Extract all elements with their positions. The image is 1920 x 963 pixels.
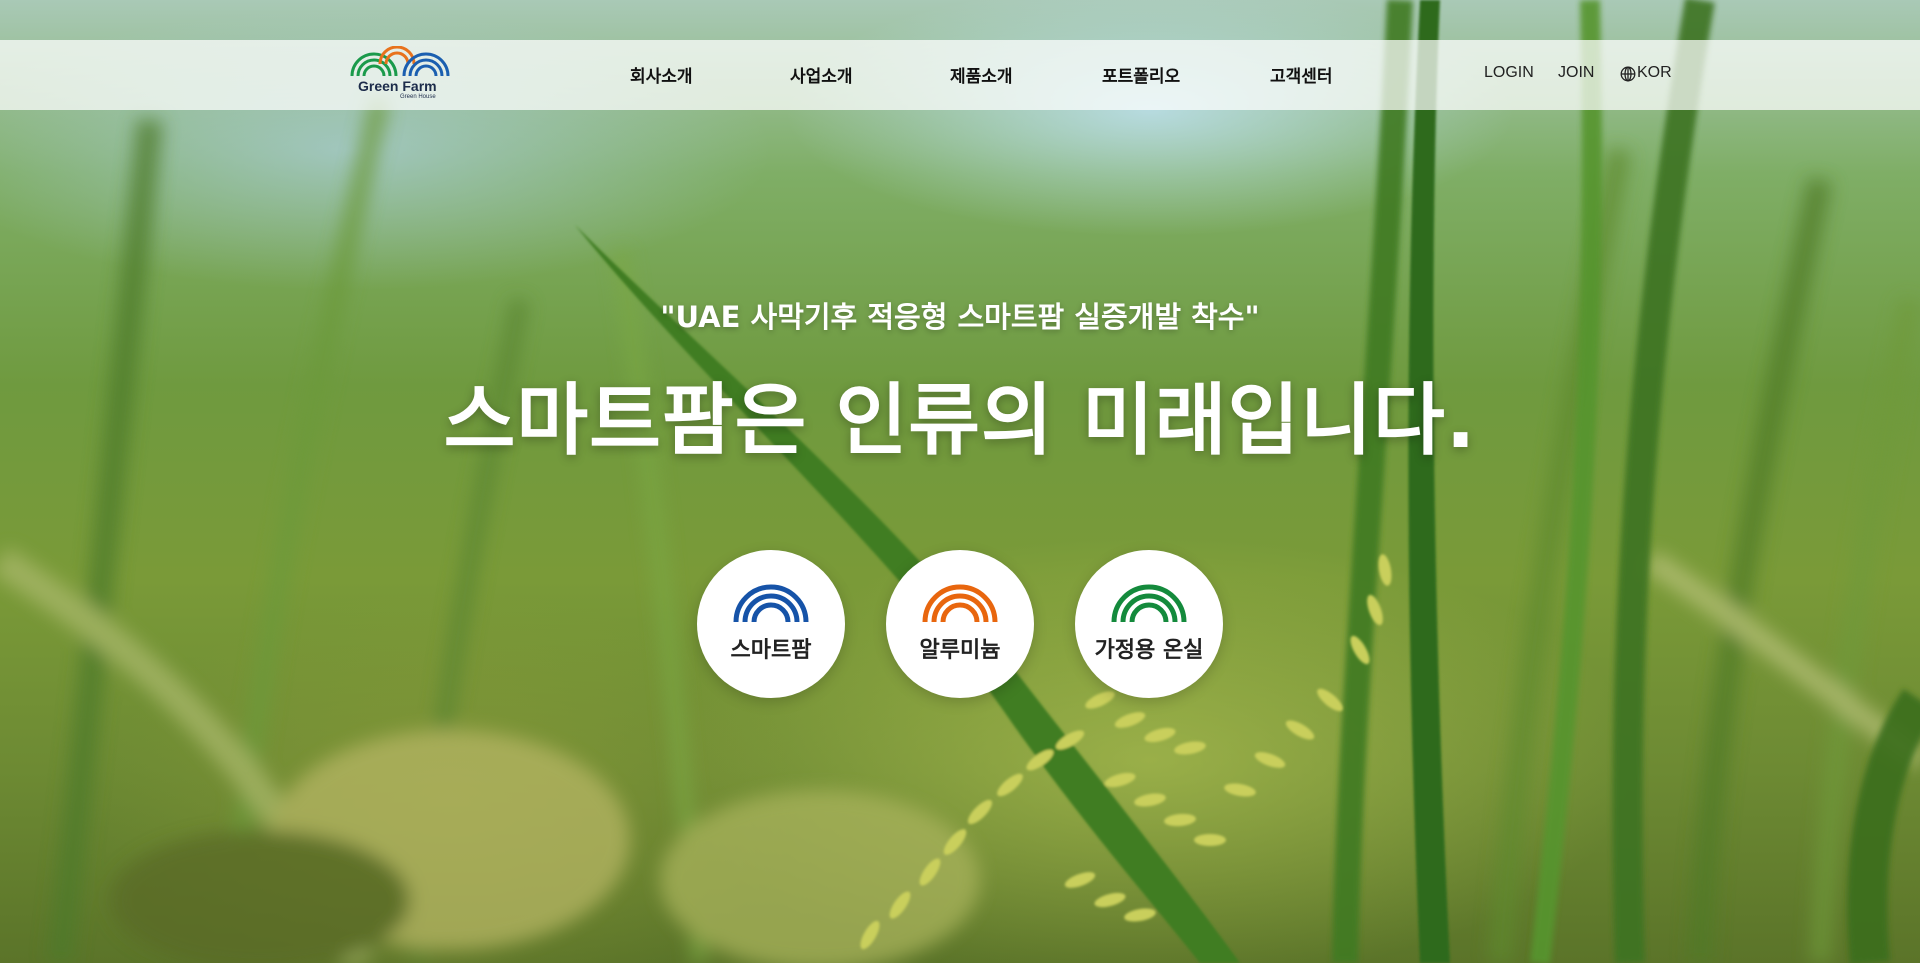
rainbow-arc-icon	[1111, 584, 1187, 623]
hero-section: Green Farm Green House 회사소개 사업소개 제품소개 포트…	[0, 0, 1920, 963]
category-label: 스마트팜	[730, 638, 812, 663]
hero-subtitle: "UAE 사막기후 적응형 스마트팜 실증개발 착수"	[660, 300, 1260, 334]
category-label: 가정용 온실	[1094, 638, 1204, 663]
nav-item-company[interactable]: 회사소개	[630, 62, 693, 87]
green-farm-logo[interactable]: Green Farm Green House	[348, 46, 452, 104]
logo-name: Green Farm	[358, 78, 437, 94]
nav-item-portfolio[interactable]: 포트폴리오	[1102, 62, 1180, 87]
rainbow-arc-icon	[922, 584, 998, 623]
nav-item-products[interactable]: 제품소개	[950, 62, 1013, 87]
category-home-greenhouse-button[interactable]: 가정용 온실	[1075, 550, 1223, 698]
rainbow-arc-icon	[733, 584, 809, 623]
category-label: 알루미늄	[919, 638, 1001, 663]
rainbow-logo-icon	[350, 46, 450, 77]
category-smartfarm-button[interactable]: 스마트팜	[697, 550, 845, 698]
logo-subtitle: Green House	[400, 94, 436, 100]
rice-field-background	[0, 0, 1920, 963]
login-link[interactable]: LOGIN	[1484, 64, 1534, 82]
nav-item-support[interactable]: 고객센터	[1270, 62, 1333, 87]
language-selector[interactable]: KOR	[1637, 64, 1672, 82]
category-aluminum-button[interactable]: 알루미늄	[886, 550, 1034, 698]
join-link[interactable]: JOIN	[1558, 64, 1594, 82]
hero-headline: 스마트팜은 인류의 미래입니다.	[443, 376, 1477, 466]
site-header: Green Farm Green House 회사소개 사업소개 제품소개 포트…	[0, 40, 1920, 110]
globe-icon[interactable]	[1620, 66, 1636, 82]
nav-item-business[interactable]: 사업소개	[790, 62, 853, 87]
